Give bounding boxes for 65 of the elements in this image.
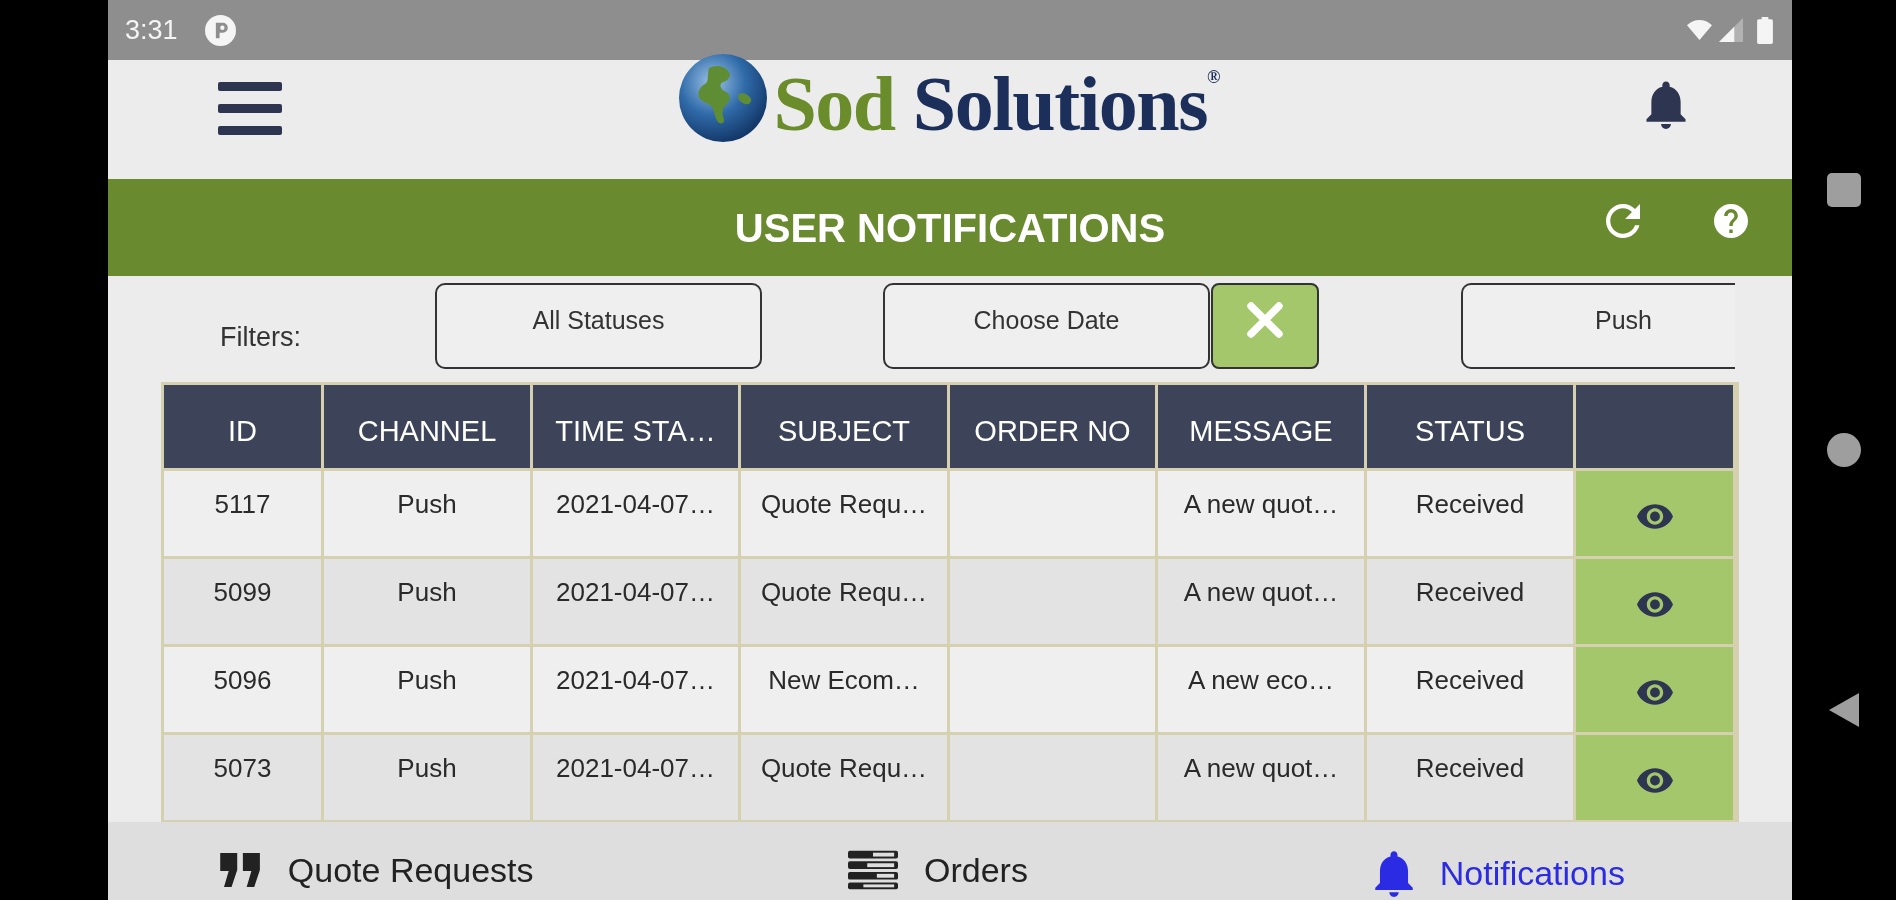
menu-icon[interactable] (218, 82, 282, 135)
table-cell: A new quot… (1158, 735, 1364, 820)
signal-icon (1719, 18, 1743, 42)
column-header[interactable]: MESSAGE (1158, 385, 1364, 468)
table-cell: A new eco… (1158, 647, 1364, 732)
filter-button[interactable]: Choose Date (883, 283, 1210, 369)
back-icon[interactable] (1827, 693, 1861, 727)
logo-wordmark: Sod Solutions$^{®}$ (773, 62, 1221, 146)
column-header[interactable]: ORDER NO (950, 385, 1155, 468)
filters-label: Filters: (220, 321, 302, 353)
table-cell: 5073 (164, 735, 321, 820)
bell-icon (1373, 849, 1414, 897)
table-cell: 2021-04-07… (533, 471, 738, 556)
table-cell: Push (324, 647, 530, 732)
column-header[interactable]: ID (164, 385, 321, 468)
eye-icon (1636, 680, 1673, 705)
table-cell: Push (324, 559, 530, 644)
nav-tab[interactable]: Quote Requests (219, 849, 534, 891)
refresh-icon[interactable] (1606, 203, 1640, 238)
close-icon (1246, 301, 1284, 339)
recents-icon[interactable] (1827, 173, 1861, 207)
list-icon (848, 850, 899, 890)
view-button[interactable] (1576, 471, 1733, 556)
view-button[interactable] (1576, 647, 1733, 732)
table-cell: 5099 (164, 559, 321, 644)
table-cell: 5117 (164, 471, 321, 556)
table-cell: 2021-04-07… (533, 647, 738, 732)
table-cell: Quote Requ… (741, 471, 947, 556)
clear-date-button[interactable] (1211, 283, 1319, 369)
table-cell: Received (1367, 471, 1573, 556)
table-cell: New Ecom… (741, 647, 947, 732)
eye-icon (1636, 592, 1673, 617)
table-cell: Push (324, 735, 530, 820)
table-cell: A new quot… (1158, 471, 1364, 556)
table-cell: Quote Requ… (741, 559, 947, 644)
table-cell: Received (1367, 735, 1573, 820)
home-icon[interactable] (1827, 433, 1861, 467)
column-header[interactable]: STATUS (1367, 385, 1573, 468)
view-button[interactable] (1576, 735, 1733, 820)
table-cell: Push (324, 471, 530, 556)
status-time: 3:31 (125, 14, 178, 46)
table-cell: 2021-04-07… (533, 559, 738, 644)
column-header[interactable]: TIME STA… (533, 385, 738, 468)
help-icon[interactable] (1714, 203, 1748, 238)
column-header[interactable]: SUBJECT (741, 385, 947, 468)
quote-icon (219, 853, 262, 887)
nav-tab[interactable]: Orders (848, 849, 1028, 891)
table-cell: 5096 (164, 647, 321, 732)
filter-button[interactable]: All Statuses (435, 283, 762, 369)
filter-button[interactable]: Push (1461, 283, 1735, 369)
table-cell: Quote Requ… (741, 735, 947, 820)
battery-icon (1757, 16, 1773, 44)
table-cell: A new quot… (1158, 559, 1364, 644)
table-cell: Received (1367, 647, 1573, 732)
globe-logo-icon (679, 54, 768, 142)
app-notification-icon (204, 14, 236, 46)
eye-icon (1636, 768, 1673, 793)
wifi-icon (1687, 20, 1712, 40)
eye-icon (1636, 504, 1673, 529)
page-title: USER NOTIFICATIONS (734, 204, 1166, 251)
nav-tab[interactable]: Notifications (1373, 849, 1625, 897)
table-cell: 2021-04-07… (533, 735, 738, 820)
column-header[interactable]: CHANNEL (324, 385, 530, 468)
table-cell: Received (1367, 559, 1573, 644)
view-button[interactable] (1576, 559, 1733, 644)
